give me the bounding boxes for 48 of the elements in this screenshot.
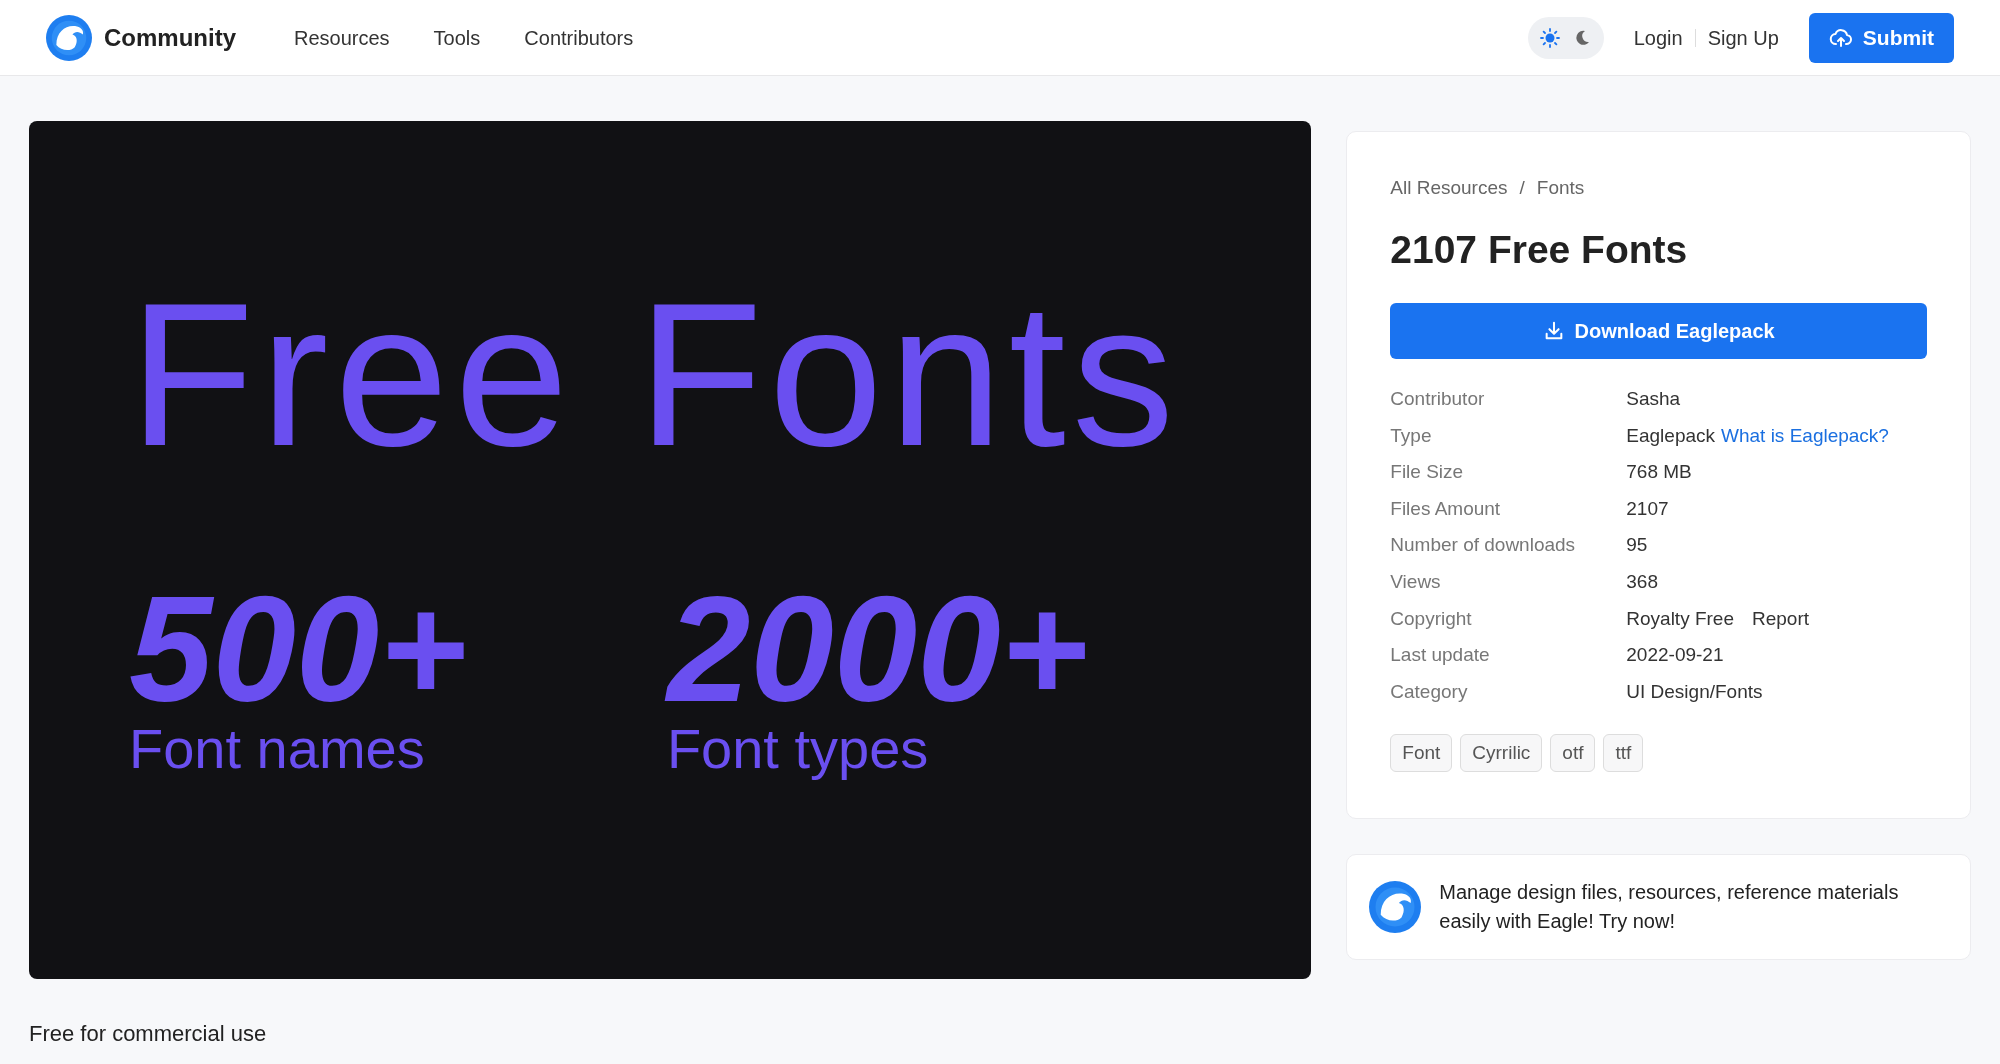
report-link[interactable]: Report bbox=[1752, 604, 1809, 634]
tag[interactable]: Font bbox=[1390, 734, 1453, 773]
detail-value: 768 MB bbox=[1626, 460, 1692, 485]
eagle-logo-icon[interactable] bbox=[46, 14, 92, 61]
detail-label: Files Amount bbox=[1390, 496, 1502, 521]
breadcrumb-link[interactable]: All Resources bbox=[1390, 174, 1508, 203]
breadcrumb-separator: / bbox=[1519, 176, 1525, 200]
stat-label: Font names bbox=[129, 715, 426, 782]
detail-label: File Size bbox=[1390, 460, 1465, 485]
detail-value: 2107 bbox=[1626, 496, 1669, 521]
detail-value: 95 bbox=[1626, 533, 1648, 558]
promo-text: Manage design files, resources, reference materials easily with Eagle! Try now! bbox=[1439, 880, 1900, 935]
eagle-logo-icon bbox=[1369, 881, 1422, 934]
detail-value: UI Design/Fonts bbox=[1626, 679, 1763, 704]
promo-card[interactable]: Manage design files, resources, reference materials easily with Eagle! Try now! bbox=[1346, 854, 1971, 961]
description-text: Free for commercial use bbox=[29, 1020, 268, 1048]
detail-label: Copyright bbox=[1390, 606, 1473, 631]
resource-title: 2107 Free Fonts bbox=[1390, 226, 1689, 273]
preview-title: Free Fonts bbox=[129, 271, 1182, 476]
breadcrumb-link[interactable]: Fonts bbox=[1536, 174, 1585, 203]
stat-number: 500+ bbox=[129, 586, 467, 714]
download-button[interactable]: Download Eaglepack bbox=[1390, 303, 1927, 359]
tag[interactable]: otf bbox=[1550, 734, 1596, 773]
detail-label: Category bbox=[1390, 679, 1469, 704]
detail-value: Sasha bbox=[1626, 387, 1681, 412]
stat-label: Font types bbox=[666, 715, 930, 782]
info-link[interactable]: What is Eaglepack? bbox=[1721, 421, 1889, 451]
nav-link[interactable]: Contributors bbox=[514, 22, 644, 53]
detail-value: Eaglepack bbox=[1626, 423, 1715, 448]
brand-name[interactable]: Community bbox=[104, 19, 236, 56]
detail-label: Views bbox=[1390, 570, 1442, 594]
nav-link[interactable]: Resources bbox=[284, 22, 400, 53]
tag[interactable]: ttf bbox=[1603, 734, 1644, 773]
login-link[interactable]: Login bbox=[1633, 22, 1683, 53]
detail-value: 368 bbox=[1626, 570, 1658, 594]
stat-number: 2000+ bbox=[666, 586, 1089, 714]
sign-up-link[interactable]: Sign Up bbox=[1707, 22, 1779, 53]
detail-label: Number of downloads bbox=[1390, 533, 1577, 558]
detail-value: 2022-09-21 bbox=[1626, 643, 1724, 668]
submit-button[interactable]: Submit bbox=[1808, 12, 1954, 63]
nav-link[interactable]: Tools bbox=[423, 22, 491, 53]
sun-icon[interactable] bbox=[1539, 27, 1560, 48]
tag[interactable]: Cyrrilic bbox=[1460, 734, 1543, 773]
detail-label: Type bbox=[1390, 423, 1433, 448]
detail-label: Last update bbox=[1390, 643, 1491, 668]
detail-label: Contributor bbox=[1390, 387, 1486, 412]
theme-toggle[interactable] bbox=[1527, 16, 1604, 59]
detail-value: Royalty Free bbox=[1626, 606, 1734, 631]
